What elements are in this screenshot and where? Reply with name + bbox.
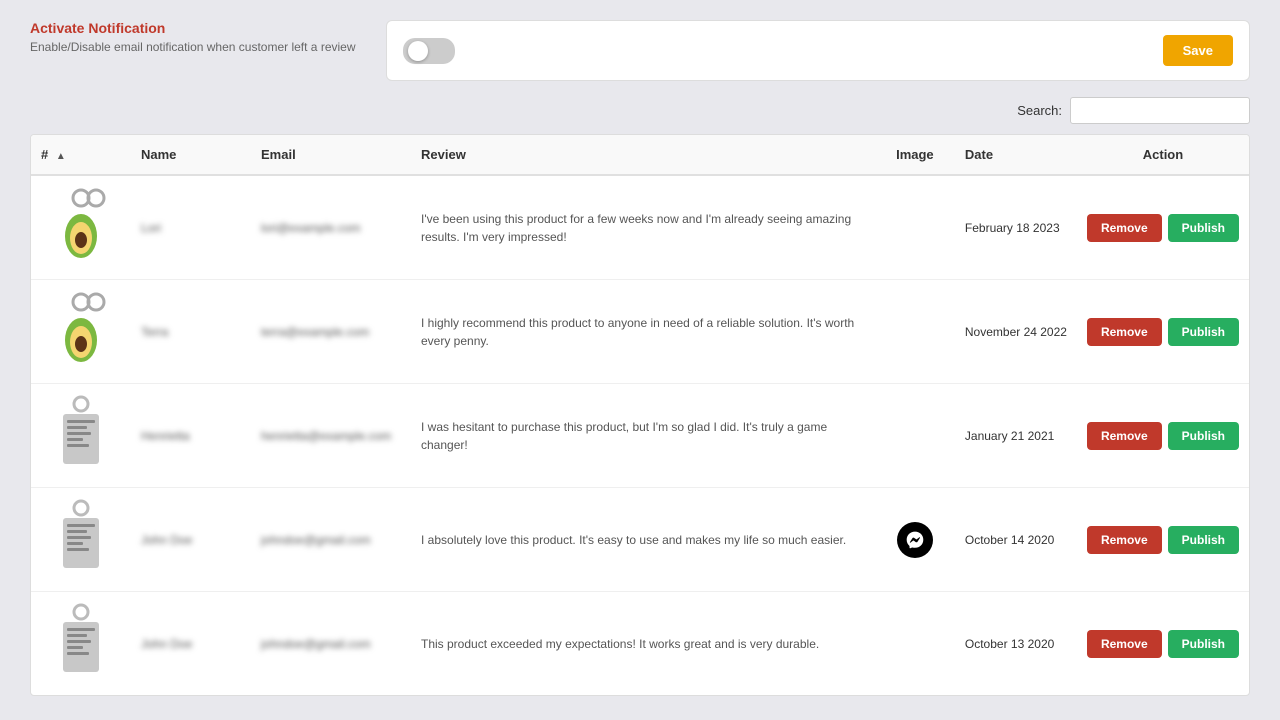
activate-label: Activate Notification	[30, 20, 356, 36]
publish-button[interactable]: Publish	[1168, 526, 1239, 554]
remove-button[interactable]: Remove	[1087, 526, 1162, 554]
activate-notification-block: Activate Notification Enable/Disable ema…	[30, 20, 356, 54]
col-header-num: # ▲	[31, 135, 131, 175]
search-label: Search:	[1017, 103, 1062, 118]
row-review: I've been using this product for a few w…	[411, 175, 875, 280]
row-name: Lori	[131, 175, 251, 280]
col-header-email: Email	[251, 135, 411, 175]
row-image-cell	[31, 175, 131, 280]
notification-box: Save	[386, 20, 1251, 81]
row-review: I was hesitant to purchase this product,…	[411, 384, 875, 488]
row-name: John Doe	[131, 592, 251, 696]
remove-button[interactable]: Remove	[1087, 318, 1162, 346]
row-review: I absolutely love this product. It's eas…	[411, 488, 875, 592]
row-email: lori@example.com	[251, 175, 411, 280]
col-header-action: Action	[1077, 135, 1249, 175]
toggle-knob	[408, 41, 428, 61]
remove-button[interactable]: Remove	[1087, 630, 1162, 658]
col-header-name: Name	[131, 135, 251, 175]
row-image-icon	[875, 280, 955, 384]
table-row: Henrietta henrietta@example.com I was he…	[31, 384, 1249, 488]
row-date: October 13 2020	[955, 592, 1077, 696]
messenger-icon	[897, 522, 933, 558]
row-date: January 21 2021	[955, 384, 1077, 488]
row-image-cell	[31, 488, 131, 592]
row-date: February 18 2023	[955, 175, 1077, 280]
publish-button[interactable]: Publish	[1168, 214, 1239, 242]
col-header-review: Review	[411, 135, 875, 175]
col-header-date: Date	[955, 135, 1077, 175]
row-action: Remove Publish	[1077, 280, 1249, 384]
row-name: Henrietta	[131, 384, 251, 488]
reviews-table: # ▲ Name Email Review Image Date Action …	[31, 135, 1249, 695]
activate-desc: Enable/Disable email notification when c…	[30, 40, 356, 54]
row-image-icon	[875, 488, 955, 592]
row-image-cell	[31, 280, 131, 384]
search-input[interactable]	[1070, 97, 1250, 124]
row-image-icon	[875, 175, 955, 280]
remove-button[interactable]: Remove	[1087, 214, 1162, 242]
publish-button[interactable]: Publish	[1168, 630, 1239, 658]
table-row: Lori lori@example.com I've been using th…	[31, 175, 1249, 280]
row-email: johndoe@gmail.com	[251, 592, 411, 696]
remove-button[interactable]: Remove	[1087, 422, 1162, 450]
publish-button[interactable]: Publish	[1168, 422, 1239, 450]
publish-button[interactable]: Publish	[1168, 318, 1239, 346]
table-row: Terra terra@example.com I highly recomme…	[31, 280, 1249, 384]
row-email: terra@example.com	[251, 280, 411, 384]
table-row: John Doe johndoe@gmail.com This product …	[31, 592, 1249, 696]
table-header: # ▲ Name Email Review Image Date Action	[31, 135, 1249, 175]
table-row: John Doe johndoe@gmail.com I absolutely …	[31, 488, 1249, 592]
row-action: Remove Publish	[1077, 592, 1249, 696]
row-review: This product exceeded my expectations! I…	[411, 592, 875, 696]
notification-toggle[interactable]	[403, 38, 455, 64]
row-name: Terra	[131, 280, 251, 384]
row-date: October 14 2020	[955, 488, 1077, 592]
reviews-table-container: # ▲ Name Email Review Image Date Action …	[30, 134, 1250, 696]
row-action: Remove Publish	[1077, 488, 1249, 592]
row-name: John Doe	[131, 488, 251, 592]
sort-arrow-icon[interactable]: ▲	[56, 151, 66, 162]
col-header-image: Image	[875, 135, 955, 175]
row-image-icon	[875, 592, 955, 696]
row-review: I highly recommend this product to anyon…	[411, 280, 875, 384]
row-image-cell	[31, 592, 131, 696]
row-email: henrietta@example.com	[251, 384, 411, 488]
save-button[interactable]: Save	[1163, 35, 1233, 66]
row-date: November 24 2022	[955, 280, 1077, 384]
table-body: Lori lori@example.com I've been using th…	[31, 175, 1249, 695]
top-section: Activate Notification Enable/Disable ema…	[30, 20, 1250, 81]
row-email: johndoe@gmail.com	[251, 488, 411, 592]
row-image-cell	[31, 384, 131, 488]
row-image-icon	[875, 384, 955, 488]
row-action: Remove Publish	[1077, 175, 1249, 280]
row-action: Remove Publish	[1077, 384, 1249, 488]
search-bar: Search:	[30, 97, 1250, 124]
